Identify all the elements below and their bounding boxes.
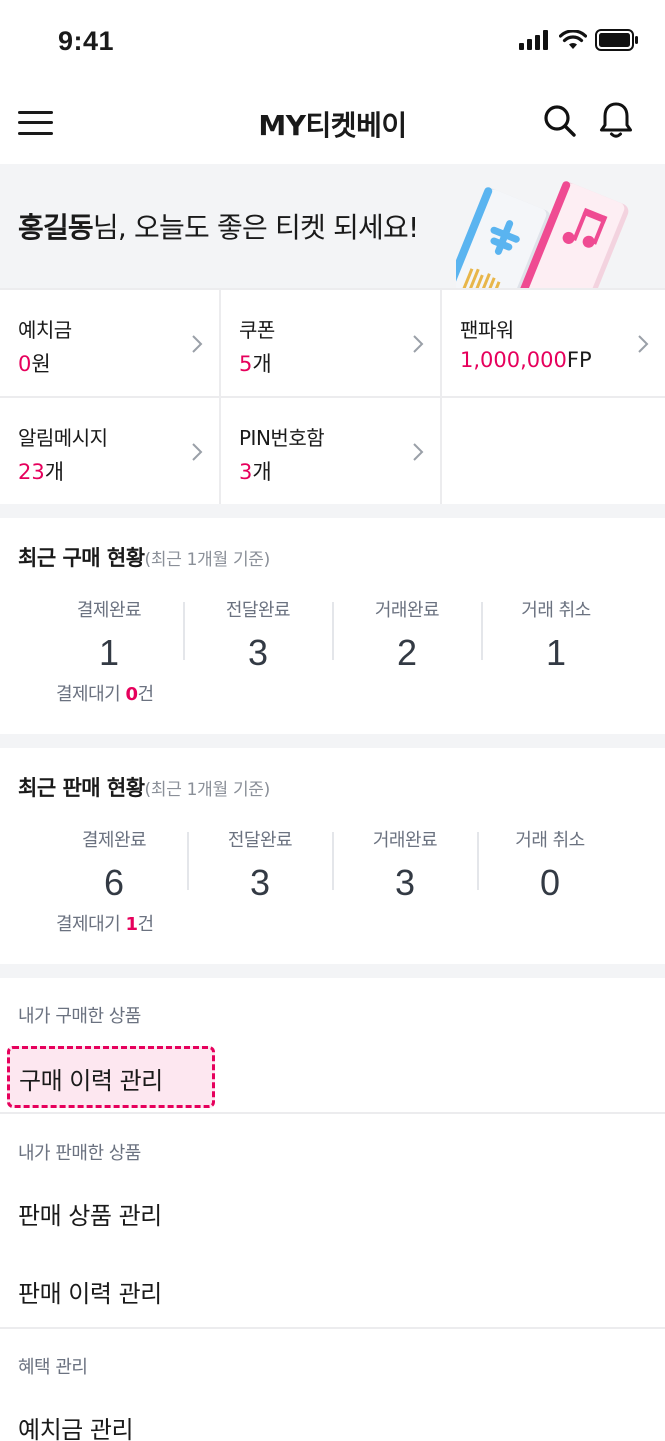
summary-label: 알림메시지 bbox=[18, 426, 108, 450]
chevron-right-icon bbox=[413, 335, 424, 353]
chevron-right-icon bbox=[413, 443, 424, 461]
summary-label: 쿠폰 bbox=[239, 318, 275, 342]
section-divider bbox=[0, 504, 665, 518]
stat-payment-complete[interactable]: 결제완료 6 bbox=[40, 826, 188, 904]
group-label-purchased: 내가 구매한 상품 bbox=[18, 1006, 141, 1027]
section-title: 최근 판매 현황(최근 1개월 기준) bbox=[18, 776, 270, 800]
pending-payment: 결제대기 1건 bbox=[56, 914, 154, 935]
group-label-benefits: 혜택 관리 bbox=[18, 1357, 88, 1378]
summary-deposit[interactable]: 예치금 0원 bbox=[0, 290, 221, 398]
purchase-status-section: 최근 구매 현황(최근 1개월 기준) 결제완료 1 전달완료 3 거래완료 2… bbox=[0, 518, 665, 734]
summary-notifications[interactable]: 알림메시지 23개 bbox=[0, 398, 221, 506]
search-icon[interactable] bbox=[541, 102, 579, 140]
summary-value: 0원 bbox=[18, 352, 51, 376]
status-bar: 9:41 bbox=[0, 0, 665, 82]
status-icons bbox=[519, 29, 639, 51]
summary-label: PIN번호함 bbox=[239, 426, 325, 450]
chevron-right-icon bbox=[638, 335, 649, 353]
stat-trade-complete[interactable]: 거래완료 3 bbox=[331, 826, 479, 904]
greeting-banner: 홍길동님, 오늘도 좋은 티켓 되세요! bbox=[0, 164, 665, 288]
wifi-icon bbox=[559, 29, 587, 49]
chevron-right-icon bbox=[192, 335, 203, 353]
section-title: 최근 구매 현황(최근 1개월 기준) bbox=[18, 546, 270, 570]
stat-payment-complete[interactable]: 결제완료 1 bbox=[35, 596, 183, 674]
bell-icon[interactable] bbox=[598, 100, 634, 140]
stat-trade-cancelled[interactable]: 거래 취소 1 bbox=[482, 596, 630, 674]
summary-grid: 예치금 0원 쿠폰 5개 팬파워 1,000,000FP 알림메시지 23개 P… bbox=[0, 288, 665, 506]
sales-history-link[interactable]: 판매 이력 관리 bbox=[18, 1274, 162, 1309]
status-time: 9:41 bbox=[58, 26, 115, 56]
sales-status-section: 최근 판매 현황(최근 1개월 기준) 결제완료 6 전달완료 3 거래완료 3… bbox=[0, 748, 665, 964]
group-label-sold: 내가 판매한 상품 bbox=[18, 1143, 141, 1164]
greeting-message: 님, 오늘도 좋은 티켓 되세요! bbox=[92, 211, 419, 244]
section-divider bbox=[0, 734, 665, 748]
section-divider bbox=[0, 964, 665, 978]
summary-pin-box[interactable]: PIN번호함 3개 bbox=[221, 398, 442, 506]
stat-delivery-complete[interactable]: 전달완료 3 bbox=[186, 826, 334, 904]
divider bbox=[0, 1327, 665, 1329]
chevron-right-icon bbox=[192, 443, 203, 461]
ticket-illustration bbox=[456, 181, 629, 288]
user-name: 홍길동 bbox=[18, 211, 94, 244]
summary-value: 1,000,000FP bbox=[460, 348, 592, 372]
app-header: MY티켓베이 bbox=[0, 82, 665, 164]
greeting-text: 홍길동님, 오늘도 좋은 티켓 되세요! bbox=[18, 206, 419, 246]
summary-label: 팬파워 bbox=[460, 318, 514, 342]
summary-fanpower[interactable]: 팬파워 1,000,000FP bbox=[442, 290, 665, 398]
sales-products-link[interactable]: 판매 상품 관리 bbox=[18, 1196, 162, 1231]
pending-payment: 결제대기 0건 bbox=[56, 684, 154, 705]
divider bbox=[0, 1112, 665, 1114]
summary-value: 3개 bbox=[239, 460, 272, 484]
stat-trade-complete[interactable]: 거래완료 2 bbox=[333, 596, 481, 674]
stat-trade-cancelled[interactable]: 거래 취소 0 bbox=[476, 826, 624, 904]
signal-icon bbox=[519, 30, 548, 50]
summary-value: 5개 bbox=[239, 352, 272, 376]
summary-value: 23개 bbox=[18, 460, 65, 484]
stat-delivery-complete[interactable]: 전달완료 3 bbox=[184, 596, 332, 674]
purchase-history-link[interactable]: 구매 이력 관리 bbox=[7, 1046, 215, 1108]
deposit-manage-link[interactable]: 예치금 관리 bbox=[18, 1410, 134, 1441]
battery-icon bbox=[595, 29, 638, 51]
summary-label: 예치금 bbox=[18, 318, 72, 342]
summary-coupon[interactable]: 쿠폰 5개 bbox=[221, 290, 442, 398]
